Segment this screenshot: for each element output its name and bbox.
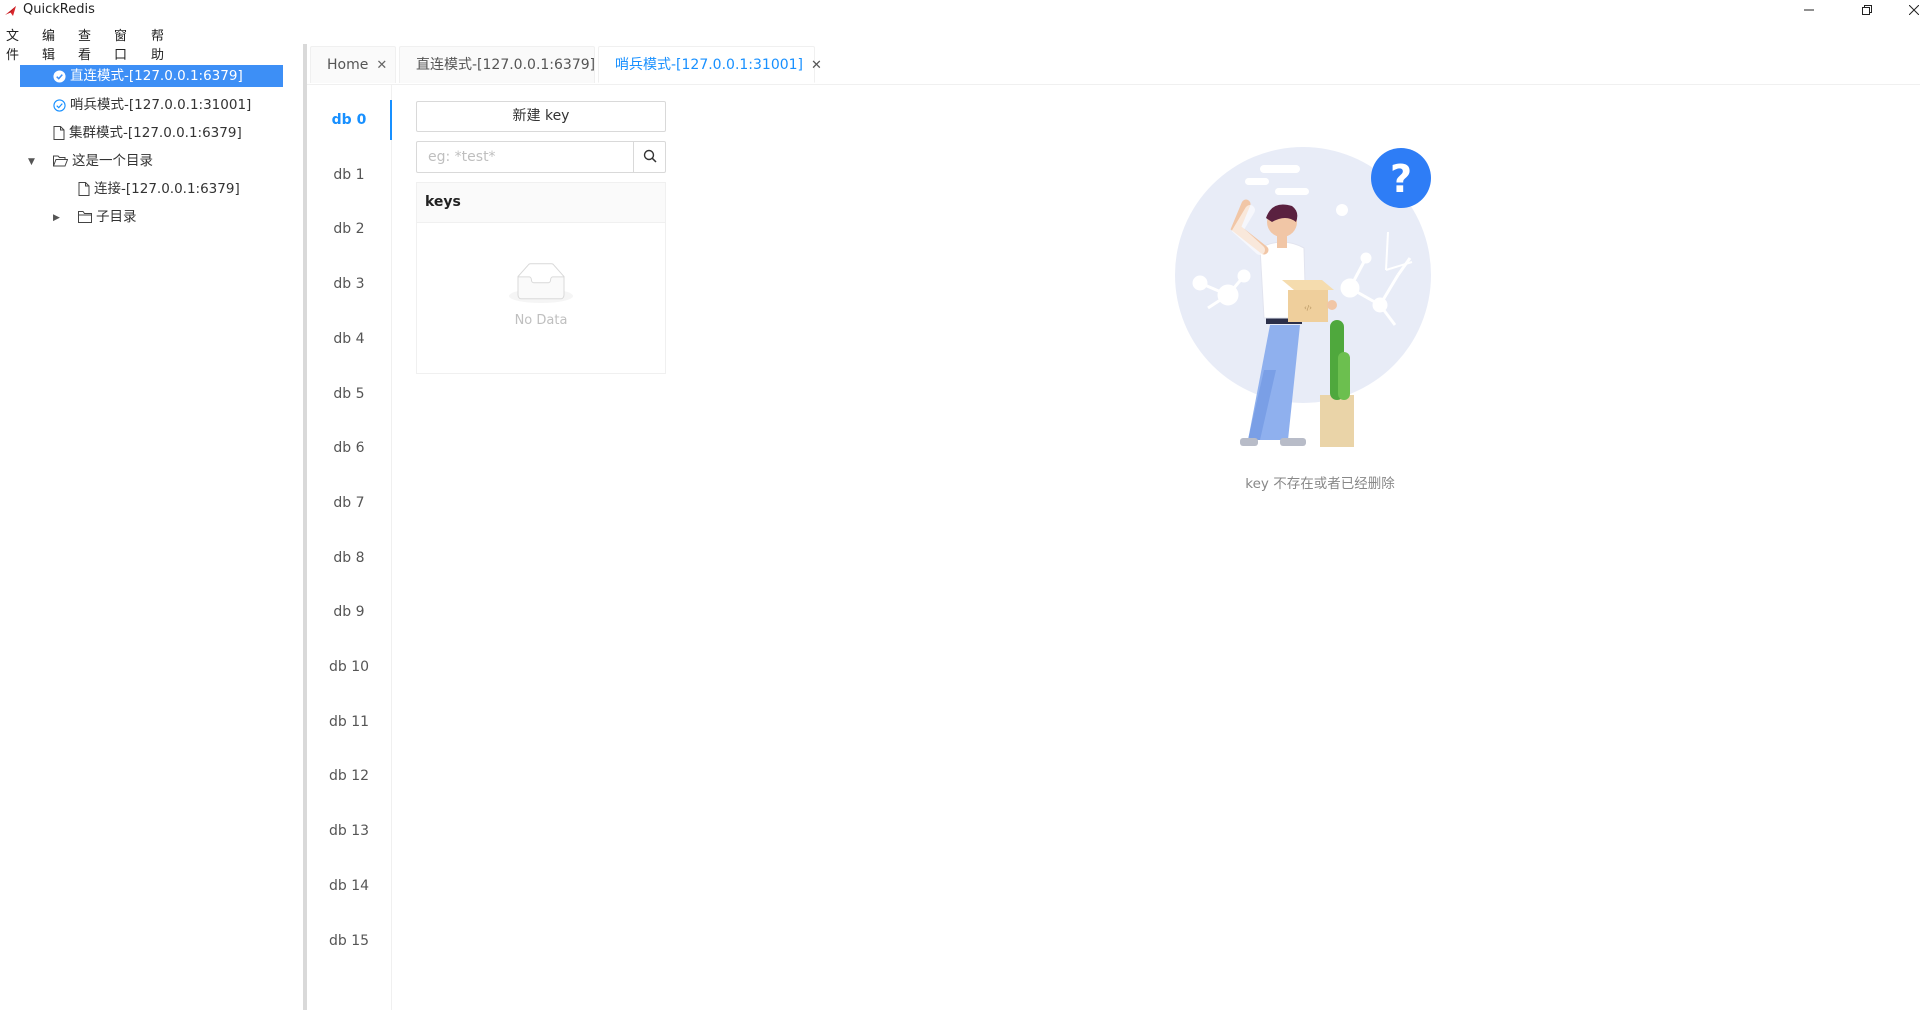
db-tab[interactable]: db 12	[307, 756, 391, 796]
tree-item-label: 连接-[127.0.0.1:6379]	[94, 181, 240, 197]
empty-text: No Data	[514, 313, 568, 328]
close-icon	[1908, 4, 1920, 16]
connection-tree: 直连模式-[127.0.0.1:6379] 哨兵模式-[127.0.0.1:31…	[0, 44, 303, 1010]
db-tab[interactable]: db 9	[307, 592, 391, 632]
svg-text:?: ?	[1390, 157, 1412, 201]
tab-bar: Home✕ 直连模式-[127.0.0.1:6379]✕ 哨兵模式-[127.0…	[307, 44, 1920, 85]
db-tab[interactable]: db 13	[307, 811, 391, 851]
tab-direct-connection[interactable]: 直连模式-[127.0.0.1:6379]✕	[399, 46, 614, 83]
svg-text:‹/›: ‹/›	[1304, 304, 1312, 312]
restore-icon	[1862, 5, 1872, 15]
db-tab[interactable]: db 15	[307, 921, 391, 961]
restore-button[interactable]	[1846, 0, 1888, 22]
db-tab[interactable]: db 5	[307, 374, 391, 414]
close-window-button[interactable]	[1893, 0, 1920, 22]
tree-item-label: 哨兵模式-[127.0.0.1:31001]	[70, 97, 252, 113]
close-icon[interactable]: ✕	[376, 58, 387, 73]
key-search-input[interactable]	[416, 141, 634, 173]
tree-item-label: 子目录	[96, 209, 137, 225]
tree-item-label: 直连模式-[127.0.0.1:6379]	[70, 68, 243, 84]
tab-home[interactable]: Home ✕	[310, 46, 396, 83]
tab-label: 直连模式-[127.0.0.1:6379]	[416, 57, 596, 73]
db-tab[interactable]: db 7	[307, 483, 391, 523]
folder-icon	[78, 211, 92, 223]
tab-label: Home	[327, 57, 369, 73]
key-not-found-illustration: ? ‹/›	[1175, 147, 1431, 447]
keys-column-header: keys	[417, 183, 665, 223]
search-button[interactable]	[633, 141, 666, 173]
db-tab[interactable]: db 6	[307, 428, 391, 468]
new-key-button[interactable]: 新建 key	[416, 101, 666, 132]
minimize-button[interactable]	[1788, 0, 1830, 22]
tab-sentinel-connection[interactable]: 哨兵模式-[127.0.0.1:31001] ✕	[598, 46, 822, 83]
tree-item-label: 这是一个目录	[72, 153, 153, 169]
check-circle-filled-icon	[53, 69, 66, 83]
db-tab[interactable]: db 10	[307, 647, 391, 687]
db-tab[interactable]: db 1	[307, 155, 391, 195]
empty-inbox-icon	[509, 263, 573, 303]
check-circle-outline-icon	[53, 98, 66, 112]
keys-table: keys No Data	[416, 182, 666, 374]
folder-open-icon	[53, 155, 68, 167]
db-tab[interactable]: db 11	[307, 702, 391, 742]
db-tab[interactable]: db 14	[307, 866, 391, 906]
search-icon	[643, 149, 657, 163]
db-tab[interactable]: db 3	[307, 264, 391, 304]
caret-right-icon[interactable]: ▶	[53, 213, 60, 223]
db-tab[interactable]: db 2	[307, 209, 391, 249]
key-search	[416, 141, 666, 173]
tab-label: 哨兵模式-[127.0.0.1:31001]	[615, 57, 804, 73]
tree-item-direct-connection[interactable]: 直连模式-[127.0.0.1:6379]	[20, 65, 283, 87]
db-tab[interactable]: db 0	[307, 100, 391, 140]
tree-item-cluster-connection[interactable]: 集群模式-[127.0.0.1:6379]	[53, 122, 242, 144]
minimize-icon	[1804, 9, 1814, 11]
title-bar: QuickRedis	[0, 0, 1920, 22]
tree-item-child-connection[interactable]: 连接-[127.0.0.1:6379]	[78, 178, 240, 200]
close-icon[interactable]: ✕	[811, 58, 822, 73]
key-not-found-message: key 不存在或者已经删除	[1245, 476, 1395, 492]
db-tabs: db 0 db 1 db 2 db 3 db 4 db 5 db 6 db 7 db 8 db 9…	[307, 85, 392, 1010]
tree-item-label: 集群模式-[127.0.0.1:6379]	[69, 125, 242, 141]
tree-item-subfolder[interactable]: 子目录	[78, 206, 137, 228]
app-logo-icon	[5, 6, 16, 16]
db-tab[interactable]: db 8	[307, 538, 391, 578]
caret-down-icon[interactable]: ▼	[28, 157, 35, 167]
tree-item-sentinel-connection[interactable]: 哨兵模式-[127.0.0.1:31001]	[53, 94, 251, 116]
app-title: QuickRedis	[23, 2, 95, 17]
db-tab[interactable]: db 4	[307, 319, 391, 359]
file-icon	[78, 182, 90, 196]
file-icon	[53, 126, 65, 140]
tree-item-folder[interactable]: 这是一个目录	[53, 150, 153, 172]
